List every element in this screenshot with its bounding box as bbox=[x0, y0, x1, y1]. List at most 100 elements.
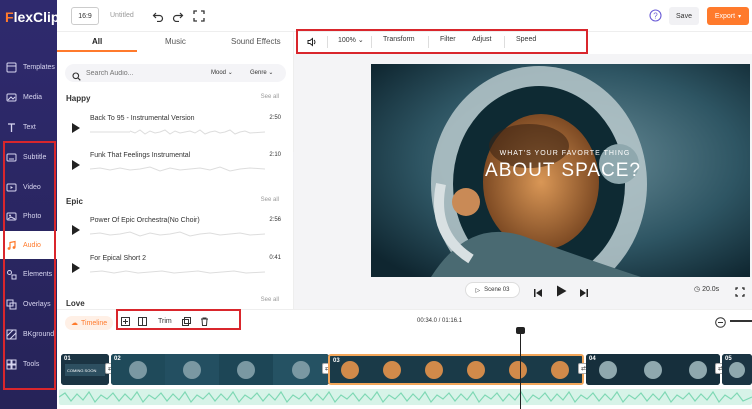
clip-thumbnail bbox=[586, 354, 720, 385]
sidebar-item-tools[interactable]: Tools bbox=[0, 350, 57, 378]
sidebar-item-subtitle[interactable]: Subtitle bbox=[0, 143, 57, 171]
sidebar-item-label: Photo bbox=[23, 212, 42, 220]
clip-number: 05 bbox=[725, 356, 732, 362]
save-button[interactable]: Save bbox=[669, 7, 699, 25]
sidebar-item-media[interactable]: Media bbox=[0, 83, 57, 111]
trim-button[interactable]: Trim bbox=[158, 318, 172, 325]
waveform bbox=[90, 166, 265, 172]
filter-button[interactable]: Filter bbox=[440, 36, 456, 43]
list-item[interactable]: Power Of Epic Orchestra(No Choir) 2:56 bbox=[66, 214, 281, 244]
add-scene-icon[interactable] bbox=[121, 317, 130, 328]
undo-icon[interactable] bbox=[152, 9, 164, 27]
project-title[interactable]: Untitled bbox=[110, 12, 134, 19]
timeline-icon: ☁ bbox=[71, 320, 78, 327]
timeline-clip[interactable]: 04 bbox=[586, 354, 720, 385]
timeline-clip[interactable]: 02 bbox=[111, 354, 329, 385]
tab-all[interactable]: All bbox=[92, 37, 102, 46]
chevron-down-icon: ⌄ bbox=[227, 70, 233, 76]
transform-button[interactable]: Transform bbox=[383, 36, 415, 43]
play-icon[interactable] bbox=[72, 120, 80, 138]
sidebar-item-elements[interactable]: Elements bbox=[0, 260, 57, 288]
volume-icon[interactable] bbox=[307, 37, 317, 49]
split-icon[interactable] bbox=[138, 317, 147, 328]
track-duration: 0:41 bbox=[269, 255, 281, 261]
fullscreen-icon[interactable] bbox=[193, 9, 205, 27]
sidebar-item-overlays[interactable]: Overlays bbox=[0, 290, 57, 318]
audio-icon bbox=[5, 239, 17, 251]
fit-screen-icon[interactable] bbox=[735, 284, 745, 302]
delete-icon[interactable] bbox=[200, 317, 209, 328]
clip-number: 02 bbox=[114, 356, 121, 362]
media-icon bbox=[5, 91, 17, 103]
preview-subheading[interactable]: WHAT'S YOUR FAVORTE THING bbox=[490, 150, 640, 157]
tools-icon bbox=[5, 358, 17, 370]
sidebar-item-label: Media bbox=[23, 93, 43, 101]
genre-dropdown[interactable]: Genre ⌄ bbox=[250, 69, 273, 76]
tab-music[interactable]: Music bbox=[165, 37, 186, 46]
timeline-toggle[interactable]: ☁ Timeline bbox=[65, 316, 114, 330]
photo-icon bbox=[5, 210, 17, 222]
app-logo[interactable]: FlexClip bbox=[5, 9, 59, 25]
scene-selector[interactable]: ▷ Scene 03 bbox=[465, 282, 520, 298]
sidebar-item-background[interactable]: BKground bbox=[0, 320, 57, 348]
active-tab-indicator bbox=[57, 50, 137, 52]
play-icon[interactable] bbox=[72, 222, 80, 240]
see-all-link[interactable]: See all bbox=[261, 297, 279, 303]
adjust-button[interactable]: Adjust bbox=[472, 36, 491, 43]
list-item[interactable]: Back To 95 - Instrumental Version 2:50 bbox=[66, 112, 281, 142]
tab-sound-effects[interactable]: Sound Effects bbox=[231, 37, 281, 46]
timeline-clip[interactable]: 05 bbox=[722, 354, 752, 385]
sidebar-item-video[interactable]: Video bbox=[0, 173, 57, 201]
sidebar-item-text[interactable]: Text bbox=[0, 113, 57, 141]
divider bbox=[428, 36, 429, 48]
video-icon bbox=[5, 181, 17, 193]
svg-text:?: ? bbox=[653, 11, 658, 20]
zoom-out-icon[interactable] bbox=[715, 315, 726, 333]
next-scene-icon[interactable] bbox=[579, 285, 589, 303]
sidebar-item-label: Text bbox=[23, 123, 36, 131]
text-icon bbox=[5, 121, 17, 133]
play-icon: ▷ bbox=[475, 287, 481, 294]
overlays-icon bbox=[5, 298, 17, 310]
timeline-clip[interactable]: 01 COMING SOON bbox=[61, 354, 109, 385]
duplicate-icon[interactable] bbox=[182, 317, 191, 328]
see-all-link[interactable]: See all bbox=[261, 94, 279, 100]
zoom-dropdown[interactable]: 100% ⌄ bbox=[338, 36, 364, 44]
mood-dropdown[interactable]: Mood ⌄ bbox=[211, 69, 233, 76]
playhead[interactable] bbox=[520, 330, 521, 409]
list-item[interactable]: For Epical Short 2 0:41 bbox=[66, 252, 281, 282]
subtitle-icon bbox=[5, 151, 17, 163]
see-all-link[interactable]: See all bbox=[261, 197, 279, 203]
sidebar-item-templates[interactable]: Templates bbox=[0, 53, 57, 81]
waveform bbox=[90, 270, 265, 274]
audio-track[interactable] bbox=[59, 389, 752, 405]
templates-icon bbox=[5, 61, 17, 73]
audio-panel: All Music Sound Effects Mood ⌄ Genre ⌄ H… bbox=[57, 32, 294, 309]
list-item[interactable]: Funk That Feelings Instrumental 2:10 bbox=[66, 149, 281, 179]
sidebar-item-label: BKground bbox=[23, 330, 55, 338]
preview-headline[interactable]: ABOUT SPACE? bbox=[478, 160, 648, 182]
clip-text: COMING SOON bbox=[67, 368, 97, 373]
sidebar-item-label: Audio bbox=[23, 241, 41, 249]
help-icon[interactable]: ? bbox=[649, 9, 662, 27]
timeline-clip-selected[interactable]: 03 bbox=[328, 354, 584, 385]
previous-scene-icon[interactable] bbox=[533, 285, 543, 303]
play-icon[interactable] bbox=[72, 157, 80, 175]
search-input[interactable] bbox=[86, 67, 196, 79]
play-button-icon[interactable] bbox=[556, 284, 567, 302]
divider bbox=[327, 36, 328, 48]
scene-duration[interactable]: ◷ 20.0s bbox=[694, 285, 719, 293]
sidebar-item-photo[interactable]: Photo bbox=[0, 202, 57, 230]
speed-button[interactable]: Speed bbox=[516, 36, 536, 43]
track-name: Back To 95 - Instrumental Version bbox=[90, 115, 195, 122]
aspect-ratio-button[interactable]: 16:9 bbox=[71, 7, 99, 25]
play-icon[interactable] bbox=[72, 260, 80, 278]
timeline-tools: Trim bbox=[116, 312, 241, 331]
clip-number: 01 bbox=[64, 356, 71, 362]
sidebar-item-audio[interactable]: Audio bbox=[0, 231, 57, 259]
waveform bbox=[90, 231, 265, 237]
zoom-slider[interactable] bbox=[730, 320, 752, 322]
redo-icon[interactable] bbox=[172, 9, 184, 27]
audio-tabs: All Music Sound Effects bbox=[57, 32, 294, 52]
export-button[interactable]: Export ▾ bbox=[707, 7, 749, 25]
